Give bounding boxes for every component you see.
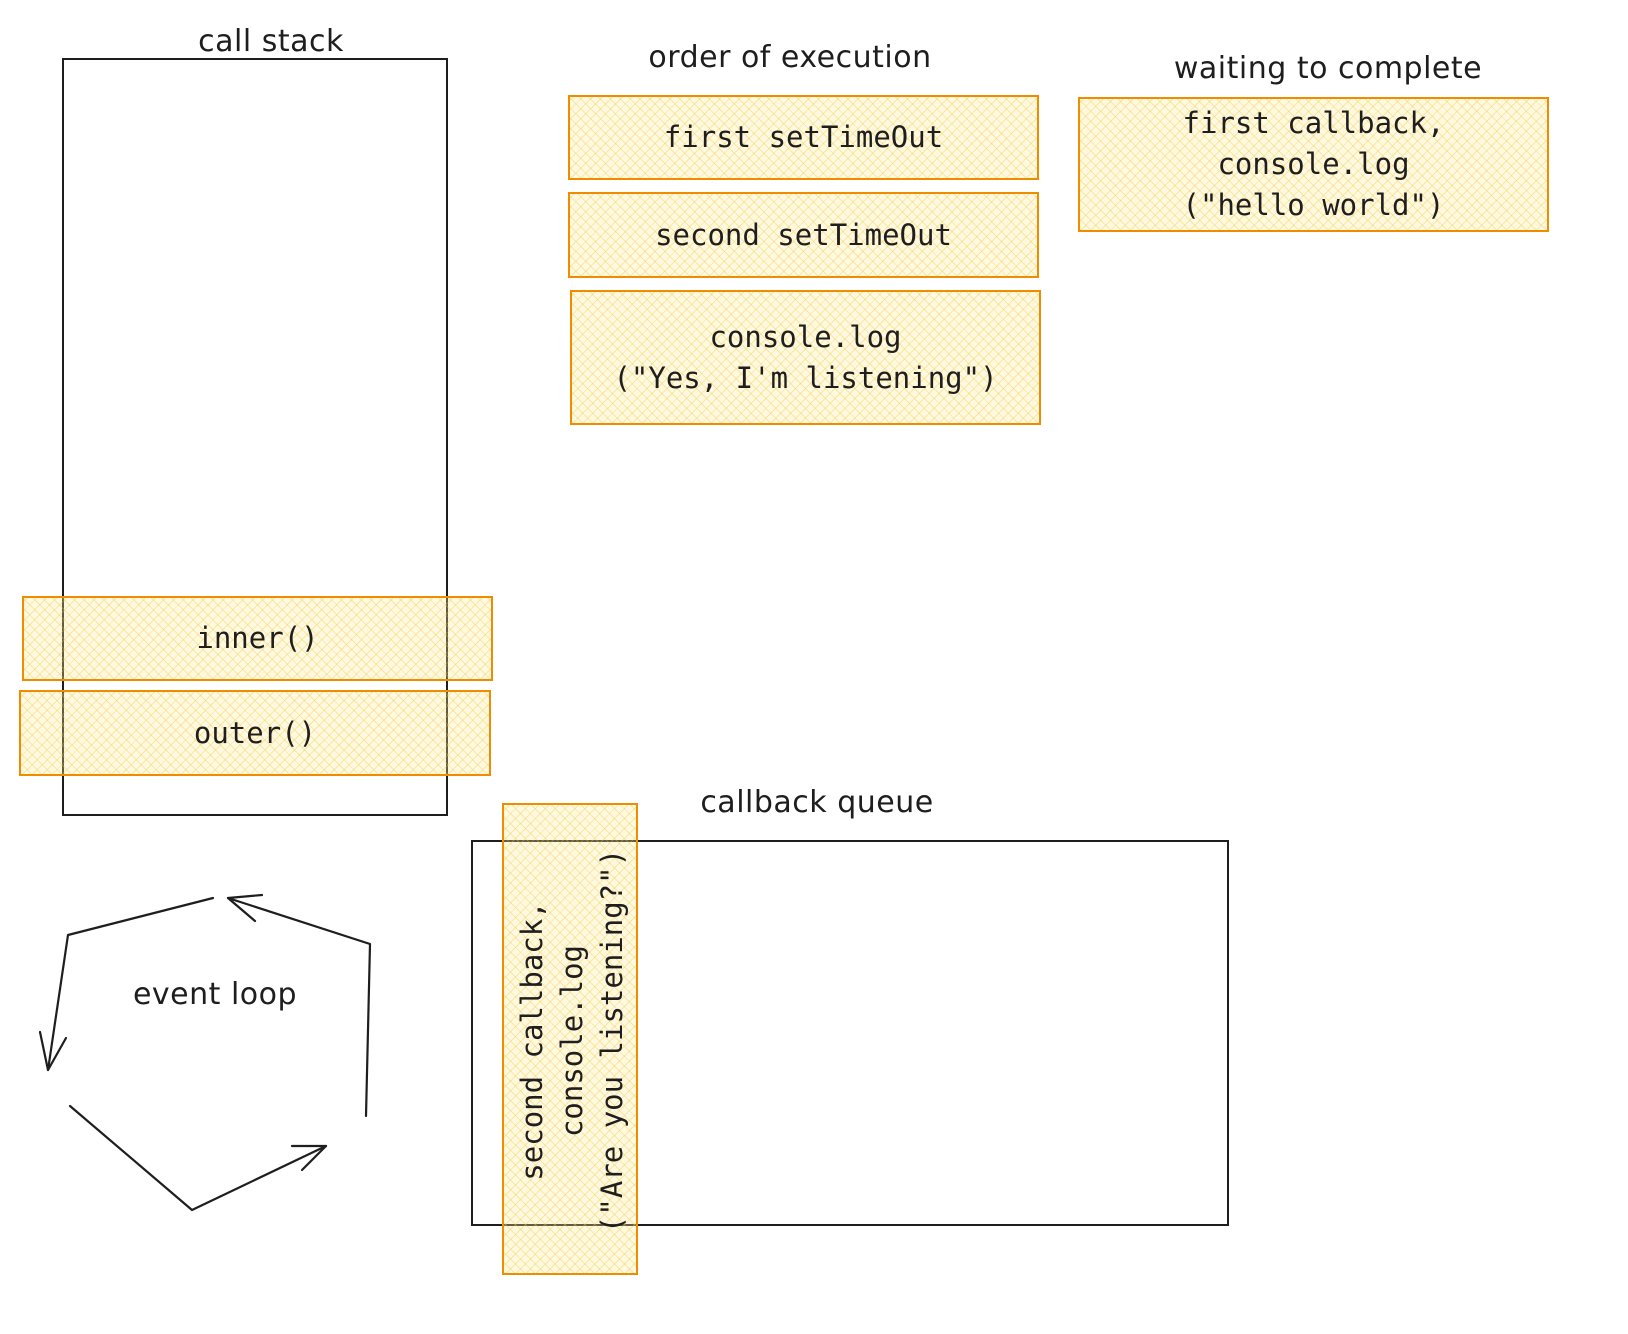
event-loop-arrows (38, 893, 372, 1212)
loop-arrow-left-icon (38, 896, 215, 1072)
loop-arrow-right-icon (226, 893, 372, 1118)
loop-arrow-bottom-icon (68, 1104, 328, 1212)
